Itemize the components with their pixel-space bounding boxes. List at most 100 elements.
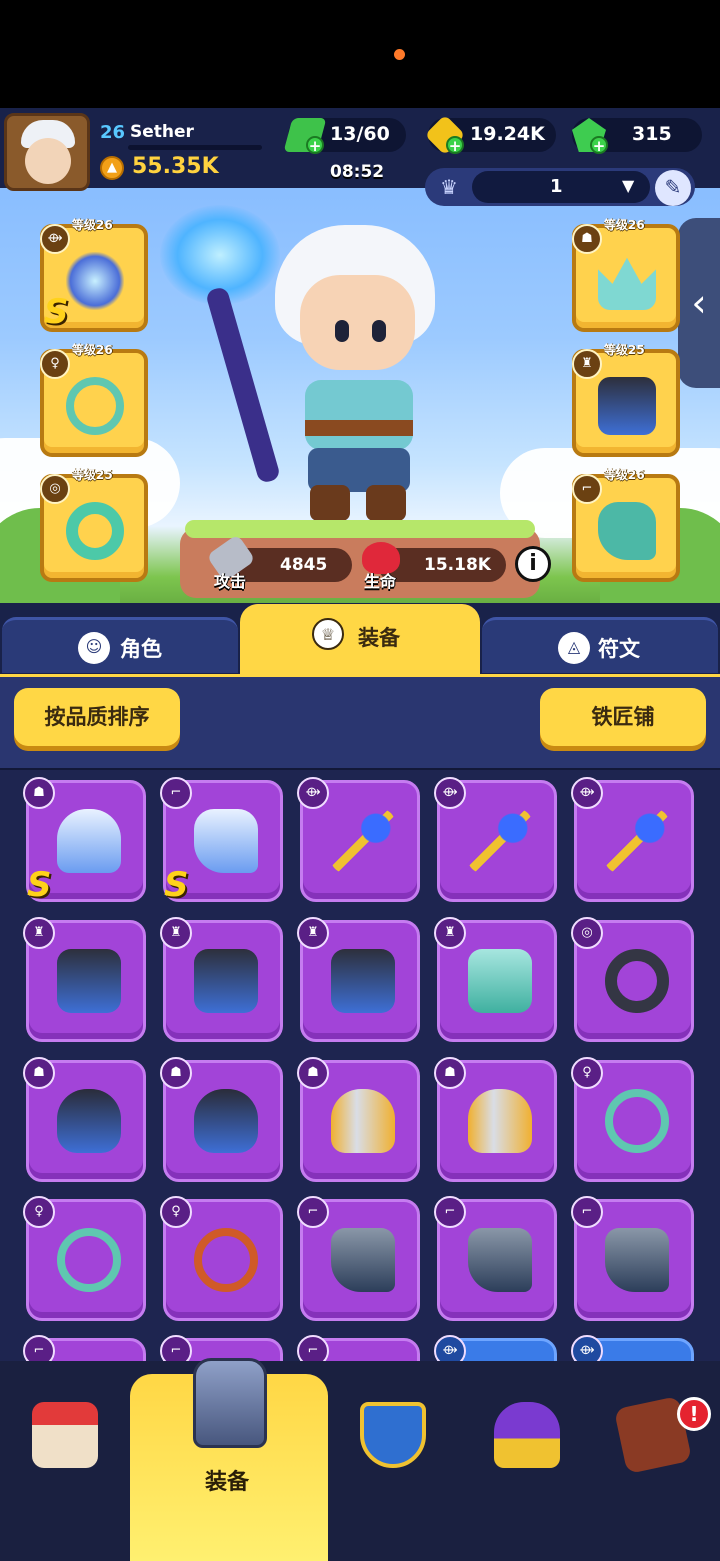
inventory-item[interactable]: ☗	[160, 1057, 283, 1182]
iron-boots-icon	[331, 1228, 395, 1292]
chevron-down-icon[interactable]: ▼	[622, 176, 634, 195]
inventory-item[interactable]: ⌐ S	[160, 777, 283, 905]
equip-slot-necklace[interactable]: ♀ 等级26	[40, 343, 148, 457]
inventory-item[interactable]: ♜	[434, 917, 557, 1042]
gold-value: 19.24K	[470, 123, 545, 145]
side-panel-toggle[interactable]: ‹	[678, 218, 720, 388]
necklace-icon: ♀	[23, 1196, 55, 1228]
attack-stat: 攻击 4845	[206, 533, 352, 591]
dark-mask-icon	[57, 1089, 121, 1153]
inventory-item[interactable]: ♀	[160, 1196, 283, 1321]
energy-counter[interactable]: + 13/60	[283, 118, 406, 155]
gold-counter[interactable]: + 19.24K	[424, 114, 556, 156]
nav-item-battle[interactable]	[330, 1380, 450, 1500]
inventory-item[interactable]: ◎	[571, 917, 694, 1042]
inventory-item[interactable]: ⌐	[571, 1196, 694, 1321]
inventory-item[interactable]: ♜	[297, 917, 420, 1042]
add-energy-icon[interactable]: +	[306, 136, 324, 155]
nav-item-trophy[interactable]	[464, 1380, 584, 1500]
armor-icon: ♜	[23, 917, 55, 949]
preset-value: 1	[550, 176, 563, 197]
slot-level: 等级25	[604, 343, 645, 357]
slot-level: 等级26	[604, 468, 645, 482]
shield-cape-icon	[598, 377, 656, 435]
tab-equipment[interactable]: ♕ 装备	[240, 604, 480, 674]
hero-boot	[366, 485, 406, 521]
edit-preset-button[interactable]: ✎	[655, 170, 691, 206]
inventory-item[interactable]: ☗ S	[23, 777, 146, 905]
helmet-icon: ☗	[23, 777, 55, 809]
blacksmith-button[interactable]: 铁匠铺	[540, 688, 706, 746]
knight-helmet-icon	[468, 1089, 532, 1153]
gem-counter[interactable]: + 315	[572, 118, 702, 155]
jade-armor-icon	[468, 949, 532, 1013]
attack-value: 4845	[280, 555, 328, 575]
inventory-grid[interactable]: ☗ S ⌐ S ⟴ ⟴ ⟴ ♜ ♜ ♜ ♜ ◎ ☗ ☗ ☗ ☗ ♀ ♀ ♀ ⌐ ⌐ ⌐ ⌐ ⌐ ⌐ ⟴ ⟴	[0, 768, 720, 1363]
inventory-item[interactable]: ♀	[23, 1196, 146, 1321]
nav-equipment-label: 装备	[205, 1470, 250, 1495]
add-gold-icon[interactable]: +	[446, 136, 464, 155]
winged-helmet-icon	[57, 809, 121, 873]
inventory-item[interactable]: ⌐	[23, 1335, 146, 1363]
hp-value: 15.18K	[424, 555, 491, 575]
power-value: 55.35K	[132, 154, 219, 179]
knight-helmet-icon	[331, 1089, 395, 1153]
helmet-icon: ☗	[297, 1057, 329, 1089]
outfit-preset-icon: ♛	[440, 175, 458, 199]
boots-icon: ⌐	[572, 474, 602, 504]
shield-cape-icon	[331, 949, 395, 1013]
alert-badge: !	[677, 1397, 711, 1431]
staff-icon: ⟴	[434, 1335, 466, 1363]
equip-slot-weapon[interactable]: ⟴ 等级26 S	[40, 218, 148, 332]
iron-boots-icon	[605, 1228, 669, 1292]
inventory-item[interactable]: ☗	[297, 1057, 420, 1182]
tab-runes[interactable]: ◬ 符文	[482, 617, 718, 673]
equip-slot-ring[interactable]: ◎ 等级25	[40, 468, 148, 582]
boots-icon: ⌐	[434, 1196, 466, 1228]
inventory-item[interactable]: ☗	[434, 1057, 557, 1182]
boots-icon: ⌐	[23, 1335, 55, 1363]
hero-face	[300, 275, 415, 370]
winged-boots-icon	[194, 809, 258, 873]
chain-necklace-icon	[194, 1228, 258, 1292]
inventory-item[interactable]: ♜	[160, 917, 283, 1042]
hero-body	[305, 380, 413, 450]
rune-icon: ◬	[558, 632, 590, 664]
inventory-item[interactable]: ⟴	[434, 777, 557, 902]
inventory-item[interactable]: ⟴	[571, 777, 694, 902]
equip-slot-armor[interactable]: ♜ 等级25	[572, 343, 680, 457]
helmet-icon: ☗	[434, 1057, 466, 1089]
slot-level: 等级26	[72, 343, 113, 357]
staff-icon: ⟴	[571, 1335, 603, 1363]
inventory-item[interactable]: ♜	[23, 917, 146, 1042]
sort-by-quality-button[interactable]: 按品质排序	[14, 688, 180, 746]
equip-slot-boots[interactable]: ⌐ 等级26	[572, 468, 680, 582]
inventory-item[interactable]: ⌐	[434, 1196, 557, 1321]
inventory-item[interactable]: ⟴	[571, 1335, 694, 1363]
sapphire-wand-icon	[468, 809, 532, 873]
xp-bar	[128, 145, 262, 150]
boots-icon: ⌐	[297, 1196, 329, 1228]
slot-level: 等级26	[72, 218, 113, 232]
avatar[interactable]	[4, 113, 90, 191]
info-button[interactable]: i	[515, 546, 551, 582]
nav-item-shop[interactable]	[2, 1380, 122, 1500]
armor-icon: ♜	[297, 917, 329, 949]
add-gems-icon[interactable]: +	[590, 136, 608, 155]
inventory-item[interactable]: ☗	[23, 1057, 146, 1182]
boots-icon: ⌐	[297, 1335, 329, 1363]
inventory-item[interactable]: ⟴	[434, 1335, 557, 1363]
player-name: Sether	[130, 122, 194, 142]
inventory-item[interactable]: ⟴	[297, 777, 420, 902]
inventory-item[interactable]: ♀	[571, 1057, 694, 1182]
equip-slot-helmet[interactable]: ☗ 等级26	[572, 218, 680, 332]
tab-label: 装备	[358, 626, 400, 650]
hero-eye	[372, 320, 386, 342]
inventory-item[interactable]: ⌐	[297, 1196, 420, 1321]
player-level: 26	[100, 122, 126, 143]
grade-badge: S	[44, 292, 69, 332]
inventory-item[interactable]: ⌐	[297, 1335, 420, 1363]
staff-icon: ⟴	[40, 224, 70, 254]
tab-character[interactable]: ☺ 角色	[2, 617, 238, 673]
armor-icon: ♜	[160, 917, 192, 949]
